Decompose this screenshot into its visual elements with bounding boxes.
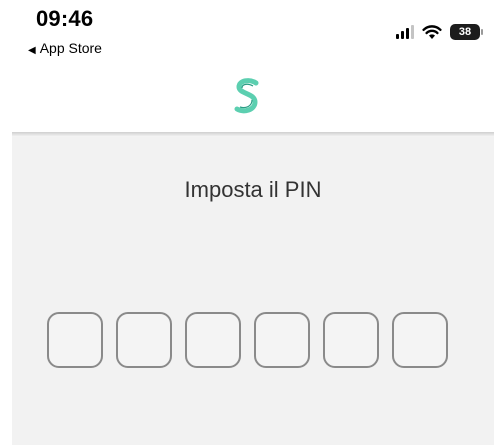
battery-level: 38 bbox=[458, 26, 472, 38]
pin-setup-screen: Imposta il PIN bbox=[12, 137, 494, 445]
back-triangle-icon: ◀ bbox=[28, 45, 36, 56]
pin-input-row[interactable] bbox=[47, 312, 448, 368]
pin-digit-box-6[interactable] bbox=[392, 312, 448, 368]
back-app-label: App Store bbox=[39, 40, 102, 56]
pin-digit-box-2[interactable] bbox=[116, 312, 172, 368]
wifi-icon bbox=[422, 24, 442, 39]
pin-digit-box-1[interactable] bbox=[47, 312, 103, 368]
back-to-app-link[interactable]: ◀ App Store bbox=[28, 40, 102, 56]
pin-digit-box-4[interactable] bbox=[254, 312, 310, 368]
status-bar: 09:46 ◀ App Store 38 bbox=[0, 0, 494, 62]
status-time: 09:46 bbox=[36, 6, 94, 31]
pin-digit-box-5[interactable] bbox=[323, 312, 379, 368]
page-title: Imposta il PIN bbox=[184, 177, 322, 202]
status-icons: 38 bbox=[396, 24, 483, 40]
pin-digit-box-3[interactable] bbox=[185, 312, 241, 368]
app-header bbox=[0, 62, 494, 132]
battery-icon: 38 bbox=[450, 24, 483, 40]
cellular-signal-icon bbox=[396, 25, 414, 39]
s-wave-logo bbox=[234, 78, 259, 114]
